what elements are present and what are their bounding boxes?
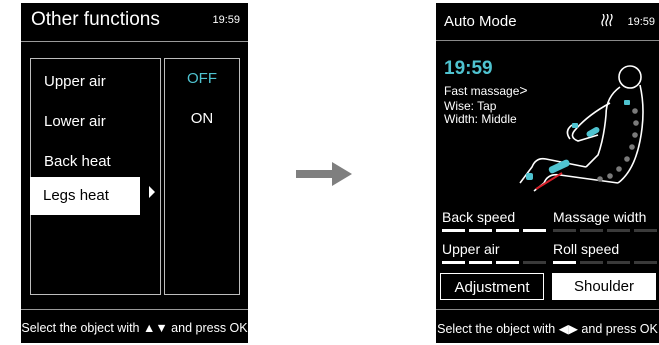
footer-hint: Select the object with ▲▼ and press OK bbox=[21, 321, 248, 335]
level-segment bbox=[523, 261, 546, 264]
level-segment bbox=[469, 261, 492, 264]
screen-title: Other functions bbox=[31, 9, 160, 30]
level-segment bbox=[523, 229, 546, 232]
level-segment bbox=[442, 261, 465, 264]
menu-item-upper-air[interactable]: Upper air bbox=[44, 73, 106, 90]
level-segment bbox=[496, 261, 519, 264]
level-segment bbox=[469, 229, 492, 232]
level-segment bbox=[442, 229, 465, 232]
menu-item-label: Legs heat bbox=[43, 187, 109, 204]
menu-item-back-heat[interactable]: Back heat bbox=[44, 153, 111, 170]
level-segment bbox=[634, 229, 657, 232]
setting-massage-width[interactable]: Massage width bbox=[553, 209, 646, 225]
option-menu: OFF ON bbox=[164, 58, 240, 295]
level-segment bbox=[553, 229, 576, 232]
menu-item-legs-heat[interactable]: Legs heat bbox=[30, 177, 140, 215]
adjustment-button[interactable]: Adjustment bbox=[440, 273, 544, 300]
right-arrow-icon bbox=[296, 162, 352, 186]
screen-title: Auto Mode bbox=[444, 13, 517, 30]
option-on[interactable]: ON bbox=[165, 110, 239, 127]
setting-back-speed[interactable]: Back speed bbox=[442, 209, 515, 225]
header-divider bbox=[436, 40, 659, 41]
level-segment bbox=[580, 229, 603, 232]
massage-chair-body-icon bbox=[519, 65, 644, 192]
option-off[interactable]: OFF bbox=[165, 70, 239, 87]
footer-divider bbox=[436, 309, 659, 310]
level-segment bbox=[496, 229, 519, 232]
footer-divider bbox=[21, 309, 248, 310]
level-segment bbox=[607, 261, 630, 264]
timer-display: 19:59 bbox=[444, 58, 493, 79]
submenu-arrow-icon bbox=[149, 186, 155, 198]
setting-upper-air[interactable]: Upper air bbox=[442, 241, 500, 257]
setting-roll-speed[interactable]: Roll speed bbox=[553, 241, 619, 257]
level-segment bbox=[580, 261, 603, 264]
auto-mode-screen: Auto Mode 19:59 19:59 Fast massage> Wise… bbox=[436, 3, 659, 343]
clock-time: 19:59 bbox=[212, 14, 240, 26]
heat-steam-icon bbox=[601, 14, 613, 27]
footer-hint: Select the object with ◀▶ and press OK bbox=[437, 322, 658, 336]
level-segment bbox=[553, 261, 576, 264]
header-divider bbox=[21, 41, 248, 42]
shoulder-button[interactable]: Shoulder bbox=[552, 273, 656, 300]
menu-item-lower-air[interactable]: Lower air bbox=[44, 113, 106, 130]
level-segment bbox=[634, 261, 657, 264]
level-segment bbox=[607, 229, 630, 232]
clock-time: 19:59 bbox=[627, 16, 655, 28]
other-functions-screen: Other functions 19:59 Upper air Lower ai… bbox=[21, 3, 248, 343]
